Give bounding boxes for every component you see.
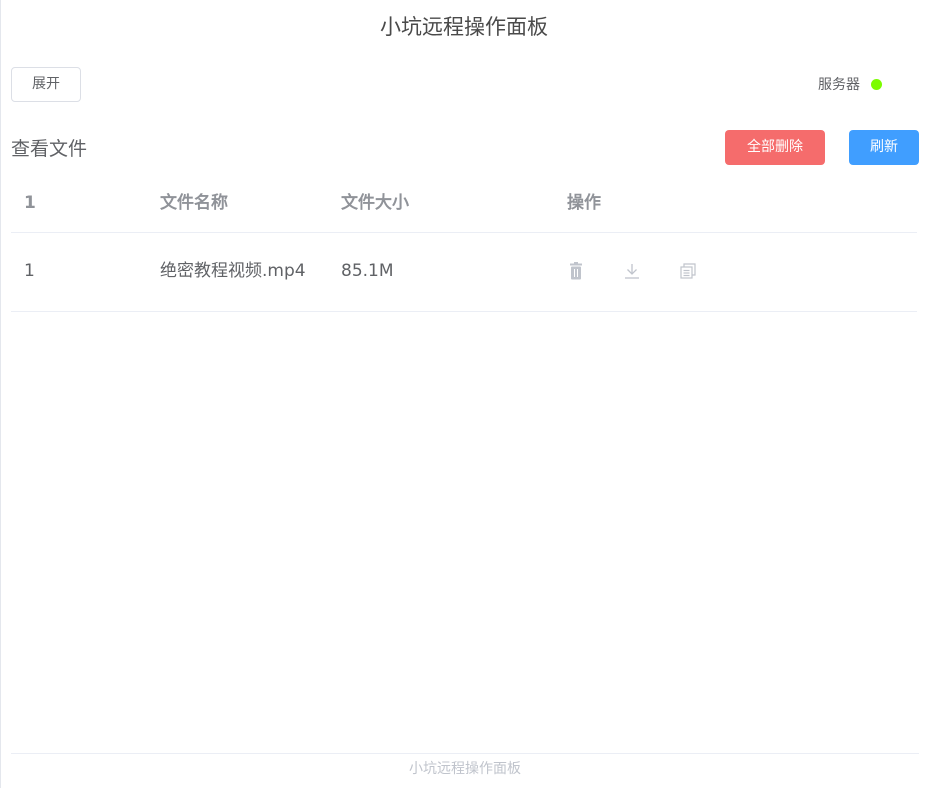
row-file-name: 绝密教程视频.mp4 <box>160 261 306 281</box>
table-row: 1 绝密教程视频.mp4 85.1M <box>11 233 917 312</box>
column-header-name: 文件名称 <box>160 193 228 213</box>
column-header-actions: 操作 <box>567 193 601 213</box>
page-title: 小坑远程操作面板 <box>380 15 548 39</box>
download-icon[interactable] <box>623 262 641 280</box>
row-actions <box>567 262 697 280</box>
server-label: 服务器 <box>818 77 860 93</box>
server-status-dot <box>871 78 882 90</box>
row-index: 1 <box>24 261 35 281</box>
file-table: 1 文件名称 文件大小 操作 1 绝密教程视频.mp4 85.1M <box>11 175 917 312</box>
refresh-button[interactable]: 刷新 <box>849 130 919 165</box>
delete-all-button[interactable]: 全部删除 <box>725 130 825 165</box>
table-header: 1 文件名称 文件大小 操作 <box>11 175 917 233</box>
expand-button[interactable]: 展开 <box>11 67 81 102</box>
copy-icon[interactable] <box>679 262 697 280</box>
column-header-index: 1 <box>24 193 36 213</box>
column-header-size: 文件大小 <box>341 193 409 213</box>
server-status: 服务器 <box>818 74 882 94</box>
left-border <box>0 0 1 788</box>
trash-icon[interactable] <box>567 262 585 280</box>
row-file-size: 85.1M <box>341 261 394 281</box>
footer-text: 小坑远程操作面板 <box>11 753 919 778</box>
section-title: 查看文件 <box>11 138 88 160</box>
